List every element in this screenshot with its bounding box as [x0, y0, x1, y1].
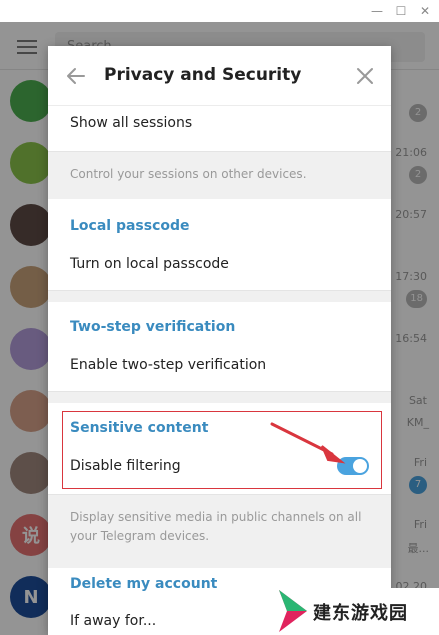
- delete-account-title: Delete my account: [70, 576, 218, 592]
- sessions-note-block: Control your sessions on other devices.: [48, 151, 391, 199]
- minimize-button[interactable]: —: [368, 2, 386, 20]
- if-away-for-item[interactable]: If away for...: [70, 613, 156, 629]
- sensitive-note-line1: Display sensitive media in public channe…: [70, 510, 362, 524]
- red-arrow-icon: [270, 422, 346, 464]
- watermark: 建东游戏园: [275, 588, 439, 635]
- watermark-text: 建东游戏园: [313, 603, 408, 624]
- watermark-logo-icon: [279, 590, 307, 632]
- maximize-button[interactable]: ☐: [392, 2, 410, 20]
- privacy-security-dialog: Privacy and Security Show all sessions C…: [48, 46, 391, 635]
- section-divider: [48, 391, 391, 403]
- local-passcode-title: Local passcode: [70, 218, 190, 234]
- section-divider: [48, 290, 391, 302]
- dialog-title: Privacy and Security: [104, 65, 302, 85]
- two-step-title: Two-step verification: [70, 319, 236, 335]
- dialog-body: Show all sessions Control your sessions …: [48, 106, 391, 635]
- turn-on-passcode-item[interactable]: Turn on local passcode: [70, 256, 229, 272]
- sensitive-note-block: Display sensitive media in public channe…: [48, 494, 391, 568]
- close-icon[interactable]: [355, 66, 375, 86]
- window-titlebar: — ☐ ✕: [0, 0, 439, 22]
- sensitive-note-line2: your Telegram devices.: [70, 529, 210, 543]
- back-arrow-icon[interactable]: [64, 64, 88, 88]
- dialog-header: Privacy and Security: [48, 46, 391, 106]
- sessions-note: Control your sessions on other devices.: [70, 167, 307, 181]
- enable-two-step-item[interactable]: Enable two-step verification: [70, 357, 266, 373]
- show-sessions-item[interactable]: Show all sessions: [70, 115, 192, 131]
- close-window-button[interactable]: ✕: [416, 2, 434, 20]
